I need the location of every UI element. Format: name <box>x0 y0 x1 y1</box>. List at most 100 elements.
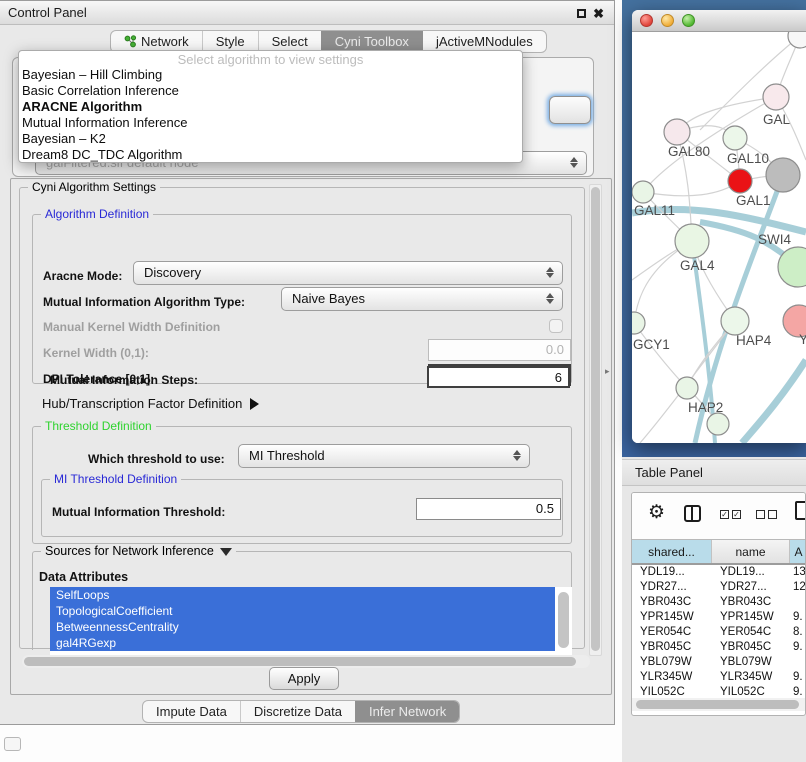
checked-boxes-icon[interactable]: ✓✓ <box>720 510 741 519</box>
attribute-list-item[interactable]: SelfLoops <box>50 587 555 603</box>
tab-cyni-toolbox[interactable]: Cyni Toolbox <box>321 31 422 52</box>
network-node[interactable] <box>766 158 800 192</box>
tab-infer-network[interactable]: Infer Network <box>355 701 459 722</box>
network-edge[interactable] <box>742 360 806 443</box>
dropdown-item[interactable]: Basic Correlation Inference <box>19 83 522 99</box>
manual-kernel-checkbox[interactable] <box>549 319 563 333</box>
table-row[interactable]: YBR045CYBR045C9. <box>632 640 806 655</box>
dropdown-item[interactable]: Bayesian – Hill Climbing <box>19 67 522 83</box>
network-node-gal[interactable] <box>763 84 789 110</box>
table-cell[interactable] <box>790 655 806 670</box>
table-row[interactable]: YPR145WYPR145W9. <box>632 610 806 625</box>
attribute-list-item[interactable]: TopologicalCoefficient <box>50 603 555 619</box>
dock-window-icon[interactable] <box>4 737 21 751</box>
table-row[interactable]: YLR345WYLR345W9. <box>632 670 806 685</box>
mi-threshold-input[interactable]: 0.5 <box>416 498 561 520</box>
minimize-traffic-icon[interactable] <box>661 14 674 27</box>
dropdown-item[interactable]: Dream8 DC_TDC Algorithm <box>19 147 522 163</box>
table-row[interactable]: YBL079WYBL079W <box>632 655 806 670</box>
attribute-list-item[interactable]: BetweennessCentrality <box>50 619 555 635</box>
which-threshold-combobox[interactable]: MI Threshold <box>238 444 530 468</box>
table-scrollbar-thumb[interactable] <box>636 700 799 709</box>
network-node-gal10[interactable] <box>723 126 747 150</box>
column-header-partial[interactable]: A <box>790 540 806 563</box>
network-node-gal80[interactable] <box>664 119 690 145</box>
columns-icon[interactable] <box>684 505 701 522</box>
table-cell[interactable]: YDL19... <box>632 565 712 580</box>
tab-style[interactable]: Style <box>202 31 258 52</box>
table-cell[interactable]: YPR145W <box>712 610 790 625</box>
table-cell[interactable]: 12 <box>790 580 806 595</box>
table-cell[interactable]: YBR043C <box>712 595 790 610</box>
gear-icon[interactable]: ⚙ <box>648 503 665 522</box>
dropdown-item[interactable]: Mutual Information Inference <box>19 115 522 131</box>
table-cell[interactable]: YBL079W <box>712 655 790 670</box>
table-cell[interactable]: YER054C <box>632 625 712 640</box>
table-row[interactable]: YDL19...YDL19...13 <box>632 565 806 580</box>
column-header-name[interactable]: name <box>712 540 790 563</box>
data-attributes-list[interactable]: SelfLoopsTopologicalCoefficientBetweenne… <box>50 587 572 655</box>
table-horizontal-scrollbar[interactable] <box>632 698 806 711</box>
table-cell[interactable]: YBR045C <box>632 640 712 655</box>
table-cell[interactable]: YLR345W <box>712 670 790 685</box>
table-cell[interactable]: 9. <box>790 610 806 625</box>
network-node-hap2[interactable] <box>676 377 698 399</box>
hub-definition-section[interactable]: Hub/Transcription Factor Definition <box>42 396 259 411</box>
tab-discretize-data[interactable]: Discretize Data <box>240 701 355 722</box>
horizontal-scrollbar-thumb[interactable] <box>24 657 576 666</box>
table-cell[interactable]: YIL052C <box>712 685 790 697</box>
network-node[interactable] <box>707 413 729 435</box>
table-cell[interactable]: YBL079W <box>632 655 712 670</box>
tab-impute-data[interactable]: Impute Data <box>143 701 240 722</box>
attribute-list-item[interactable]: gal4RGexp <box>50 635 555 651</box>
expand-right-icon[interactable] <box>250 398 259 410</box>
dropdown-item[interactable]: ARACNE Algorithm <box>19 99 522 115</box>
table-row[interactable]: YIL052CYIL052C9. <box>632 685 806 697</box>
table-cell[interactable]: 9. <box>790 640 806 655</box>
table-cell[interactable]: 8. <box>790 625 806 640</box>
table-row[interactable]: YDR27...YDR27...12 <box>632 580 806 595</box>
settings-vertical-scrollbar[interactable] <box>589 184 602 656</box>
dropdown-item[interactable]: Bayesian – K2 <box>19 131 522 147</box>
close-icon[interactable]: ✖ <box>593 7 604 20</box>
table-cell[interactable]: YDR27... <box>632 580 712 595</box>
network-node[interactable] <box>788 32 806 48</box>
table-cell[interactable]: YIL052C <box>632 685 712 697</box>
float-window-icon[interactable] <box>577 9 586 18</box>
unchecked-boxes-icon[interactable] <box>756 510 777 519</box>
network-edge[interactable] <box>634 323 687 388</box>
mi-algorithm-type-combobox[interactable]: Naive Bayes <box>281 287 563 311</box>
apply-button[interactable]: Apply <box>269 667 339 690</box>
table-cell[interactable]: YBR043C <box>632 595 712 610</box>
focused-combobox-fragment[interactable] <box>549 96 591 124</box>
tab-jactivemnodules[interactable]: jActiveMNodules <box>422 31 546 52</box>
table-cell[interactable]: YLR345W <box>632 670 712 685</box>
collapse-down-icon[interactable] <box>220 548 232 556</box>
kernel-width-input[interactable]: 0.0 <box>428 339 571 361</box>
table-row[interactable]: YBR043CYBR043C <box>632 595 806 610</box>
tab-select[interactable]: Select <box>258 31 321 52</box>
zoom-traffic-icon[interactable] <box>682 14 695 27</box>
table-cell[interactable]: YBR045C <box>712 640 790 655</box>
panel-collapse-handle[interactable]: ▸ <box>605 366 610 377</box>
network-node-gal4[interactable] <box>675 224 709 258</box>
network-node-gcy1[interactable] <box>632 312 645 334</box>
table-row[interactable]: YER054CYER054C8. <box>632 625 806 640</box>
aracne-mode-combobox[interactable]: Discovery <box>133 261 563 285</box>
table-cell[interactable]: 13 <box>790 565 806 580</box>
table-cell[interactable]: YPR145W <box>632 610 712 625</box>
table-cell[interactable]: 9. <box>790 685 806 697</box>
table-cell[interactable]: YER054C <box>712 625 790 640</box>
tab-network[interactable]: Network <box>111 31 202 52</box>
network-node-hap4[interactable] <box>721 307 749 335</box>
column-header-shared-name[interactable]: shared... <box>632 540 712 563</box>
network-edge[interactable] <box>643 181 740 196</box>
close-traffic-icon[interactable] <box>640 14 653 27</box>
file-icon[interactable] <box>795 501 806 520</box>
settings-scrollbar-thumb[interactable] <box>591 187 600 651</box>
table-cell[interactable]: YDL19... <box>712 565 790 580</box>
network-canvas[interactable]: GALGAL80GAL10GAL1GAL11GAL4SWI4YHAP4GCY1H… <box>632 32 806 443</box>
list-vertical-scrollbar[interactable] <box>558 592 569 648</box>
table-cell[interactable] <box>790 595 806 610</box>
network-graph[interactable]: GALGAL80GAL10GAL1GAL11GAL4SWI4YHAP4GCY1H… <box>632 32 806 443</box>
